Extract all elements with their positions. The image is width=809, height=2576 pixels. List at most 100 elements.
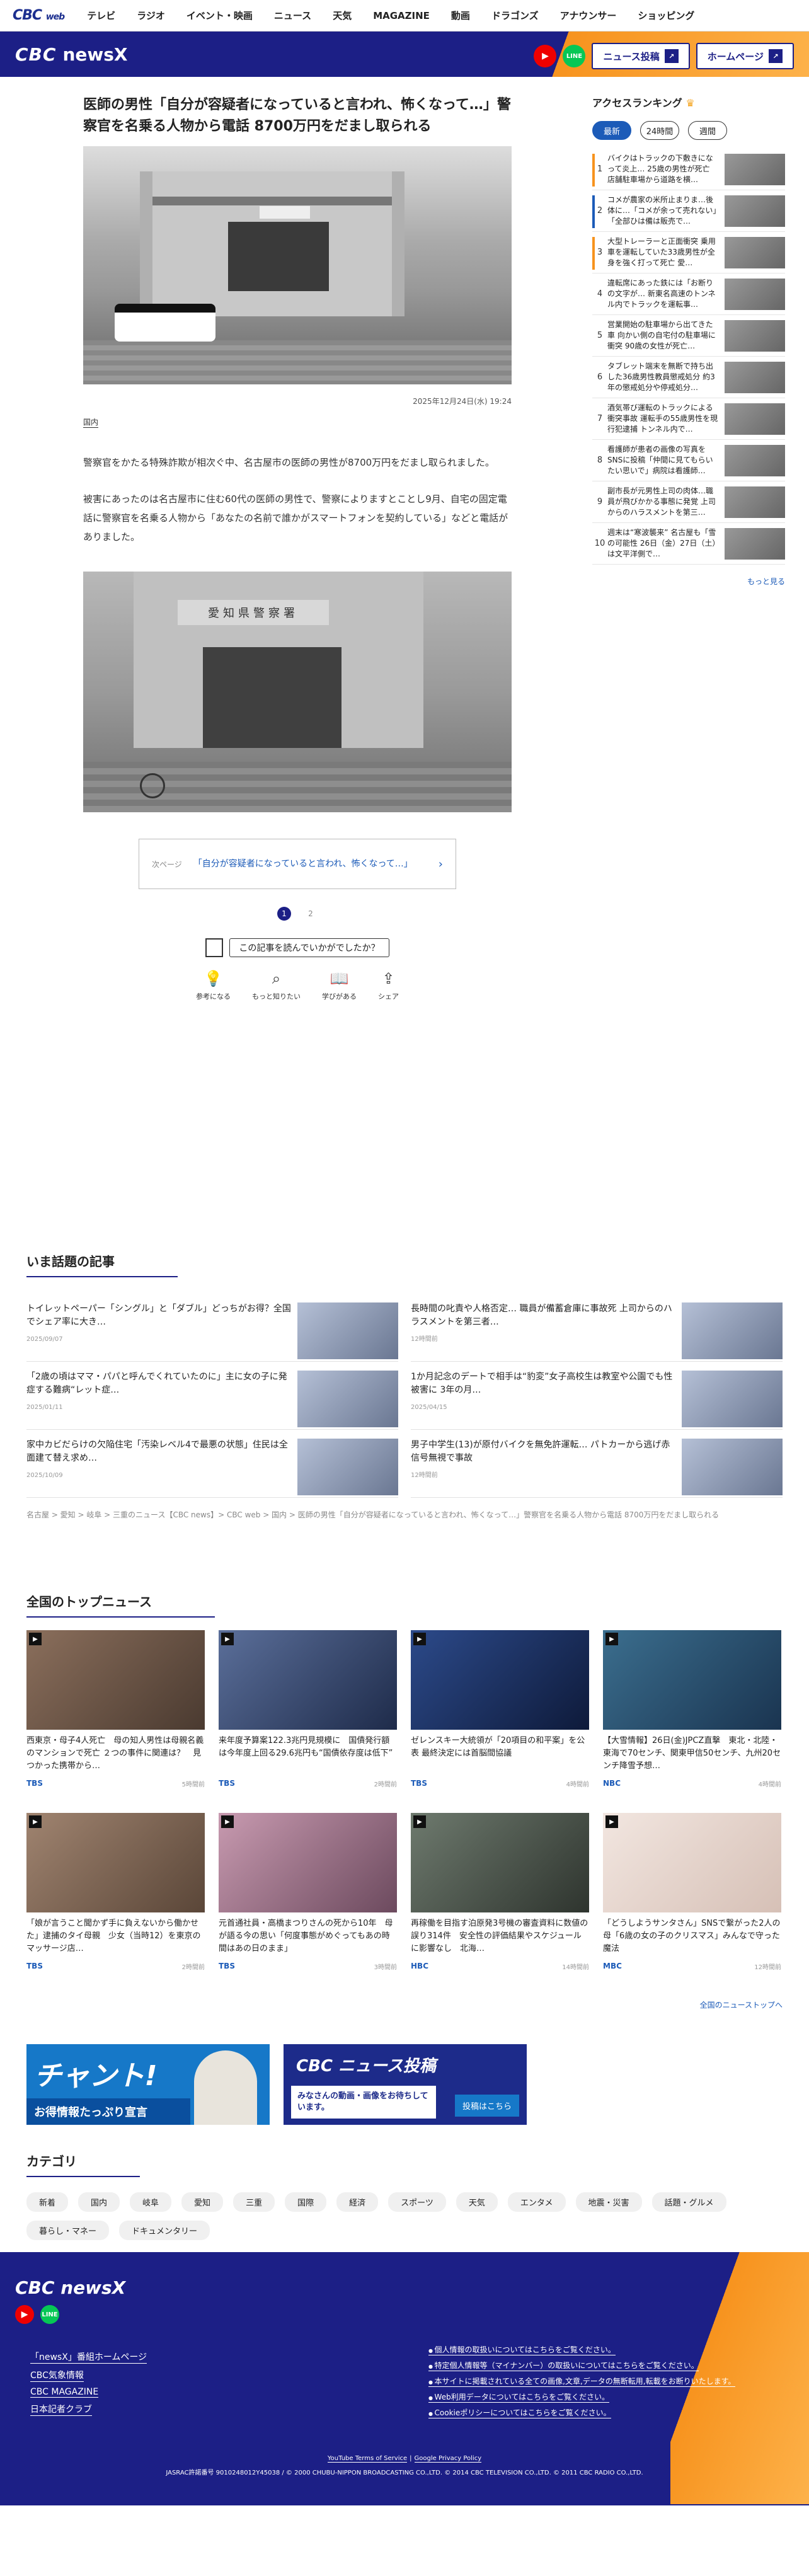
ranking-item[interactable]: 5 営業開始の駐車場から出てきた車 向かい側の自宅付の駐車場に衝突 90歳の女性が… [592,315,785,357]
ranking-item[interactable]: 1 バイクはトラックの下敷きになって炎上… 25歳の男性が死亡 店舗駐車場から道路… [592,149,785,190]
gnav-item-radio[interactable]: ラジオ [137,9,165,22]
article-category-tag[interactable]: 国内 [83,417,99,428]
rank-thumbnail [725,403,785,435]
gnav-item-tv[interactable]: テレビ [87,9,115,22]
google-privacy-link[interactable]: Google Privacy Policy [414,2455,482,2463]
news-post-banner[interactable]: CBC ニュース投稿 みなさんの動画・画像をお待ちしています。 投稿はこちら [284,2044,527,2125]
tab-weekly[interactable]: 週間 [688,121,727,140]
category-chip[interactable]: 三重 [233,2192,275,2212]
gnav-item-shopping[interactable]: ショッピング [638,9,694,22]
top-news-title: 【大雪情報】26日(金)JPCZ直撃 東北・北陸・東海で70センチ、関東甲信50… [603,1736,781,1771]
ranking-item[interactable]: 10 週末は“寒波襲来” 名古屋も「雪の可能性 26日（金）27日（土）は文平洋側… [592,523,785,565]
news-post-button[interactable]: ニュース投稿 ↗ [592,43,690,69]
top-news-item[interactable]: ▶ 「娘が言うこと聞かず手に負えないから働かせた」逮捕のタイ母親 少女（当時12）… [26,1813,205,1996]
hot-article-item[interactable]: 「2歳の頃はママ・パパと呼んでくれていたのに」主に女の子に発症する難病“レット症… [26,1362,398,1430]
ranking-item[interactable]: 8 看護師が患者の画像の写真をSNSに投稿「仲間に見てもらいたい思いで」病院は看護… [592,440,785,481]
top-news-title: 全国のトップニュース [26,1592,215,1618]
play-icon: ▶ [413,1815,426,1828]
category-chip[interactable]: エンタメ [507,2192,566,2212]
article: 医師の男性「自分が容疑者になっていると言われ、怖くなって…」警察官を名乗る人物か… [83,95,512,1001]
category-chip[interactable]: 天気 [456,2192,498,2212]
react-share[interactable]: ⇪ シェア [378,970,399,1001]
category-chip[interactable]: スポーツ [388,2192,446,2212]
youtube-icon[interactable]: ▶ [534,45,557,67]
hot-article-item[interactable]: 長時間の叱責や人格否定… 職員が備蓄倉庫に事故死 上司からのハラスメントを第三者… [411,1294,783,1362]
gnav-item-weather[interactable]: 天気 [333,9,352,22]
top-news-item[interactable]: ▶ 再稼働を目指す泊原発3号機の審査資料に数値の誤り314件 安全性の評価結果やス… [411,1813,589,1996]
post-here-button[interactable]: 投稿はこちら [454,2095,519,2117]
footer-link[interactable]: 日本記者クラブ [30,2403,92,2416]
category-chip[interactable]: 経済 [336,2192,379,2212]
hot-article-item[interactable]: 家中カビだらけの欠陥住宅「汚染レベル4で最悪の状態」住民は全面建て替え求め… 20… [26,1430,398,1498]
footer-policy-link[interactable]: Web利用データについてはこちらをご覧ください。 [428,2391,610,2403]
rank-title: バイクはトラックの下敷きになって炎上… 25歳の男性が死亡 店舗駐車場から道路を… [607,154,713,184]
react-learning[interactable]: 📖 学びがある [322,970,357,1001]
gnav-item-video[interactable]: 動画 [451,9,470,22]
hot-articles: いま話題の記事 トイレットペーパー「シングル」と「ダブル」どっちがお得？全国でシ… [26,1251,783,1520]
category-chip[interactable]: 暮らし・マネー [26,2221,110,2240]
category-chip[interactable]: 岐阜 [130,2192,172,2212]
breadcrumb: 名古屋 > 愛知 > 岐阜 > 三重のニュース【CBC news】> CBC w… [26,1510,720,1519]
footer-policy-link[interactable]: 本サイトに掲載されている全ての画像,文章,データの無断転用,転載をお断りいたしま… [428,2376,736,2387]
top-news-item[interactable]: ▶ 元首通社員・高橋まつりさんの死から10年 母が語る今の思い「何度事態がめぐって… [219,1813,397,1996]
category-chip[interactable]: 愛知 [181,2192,224,2212]
ranking-item[interactable]: 3 大型トレーラーと正面衝突 乗用車を運転していた33歳男性が全身を強く打って死亡… [592,232,785,273]
cbcweb-logo[interactable]: CBC web [13,8,65,23]
top-news-item[interactable]: ▶ 西東京・母子4人死亡 母の知人男性は母親名義のマンションで死亡 ２つの事件に関… [26,1630,205,1813]
top-news-item[interactable]: ▶ 【大雪情報】26日(金)JPCZ直撃 東北・北陸・東海で70センチ、関東甲信5… [603,1630,781,1813]
top-news-item[interactable]: ▶ 「どうしようサンタさん」SNSで繋がった2人の母「6歳の女の子のクリスマス」み… [603,1813,781,1996]
rank-thumbnail [725,236,785,268]
category-chip[interactable]: ドキュメンタリー [119,2221,210,2240]
react-know-more[interactable]: ⌕ もっと知りたい [252,970,301,1001]
newsx-logo[interactable]: CBC newsX [15,44,128,65]
page-2[interactable]: 2 [304,907,318,921]
category-chip[interactable]: 国際 [285,2192,327,2212]
ranking-item[interactable]: 4 違転席にあった鉄には「お断りの文字が… 新東名高速のトンネル内でトラックを運転… [592,273,785,315]
ranking-item[interactable]: 9 副市長が元男性上司の肉体…職員が飛びかかる事態に発覚 上司からのハラスメントを… [592,481,785,523]
hot-article-item[interactable]: 男子中学生(13)が原付バイクを無免許運転… パトカーから逃げ赤信号無視で事故 1… [411,1430,783,1498]
category-chip[interactable]: 新着 [26,2192,69,2212]
hot-article-date: 12時間前 [411,1472,438,1479]
footer-policy-link[interactable]: 個人情報の取扱いについてはこちらをご覧ください。 [428,2344,616,2355]
ranking-more-link[interactable]: もっと見る [592,576,785,587]
ranking-item[interactable]: 2 コメが農家の米所止まりま…後体に…「コメが余って売れない」「全部ひは備は販売で… [592,190,785,232]
top-news-time: 4時間前 [566,1781,589,1788]
ranking-item[interactable]: 6 タブレット端末を無断で持ち出した36歳男性教員懲戒処分 約3年の懲戒処分や停戒… [592,357,785,398]
footer-link[interactable]: 「newsX」番組ホームページ [30,2350,147,2364]
youtube-terms-link[interactable]: YouTube Terms of Service [327,2455,408,2463]
top-news-item[interactable]: ▶ ゼレンスキー大統領が「20項目の和平案」を公表 最終決定には首脳間協議 TBS 4… [411,1630,589,1813]
top-news-item[interactable]: ▶ 来年度予算案122.3兆円見規模に 国債発行額は今年度上回る29.6兆円も“国… [219,1630,397,1813]
line-icon[interactable]: LINE [40,2305,59,2324]
category-chip[interactable]: 話題・グルメ [651,2192,726,2212]
rank-thumbnail [725,278,785,310]
category-chip[interactable]: 国内 [78,2192,120,2212]
footer-link[interactable]: CBC気象情報 [30,2369,84,2382]
chant-banner[interactable]: チャント! お得情報たっぷり宣言 [26,2044,270,2125]
gnav-item-magazine[interactable]: MAGAZINE [373,10,430,21]
rank-title: 営業開始の駐車場から出てきた車 向かい側の自宅付の駐車場に衝突 90歳の女性が死… [607,320,716,350]
gnav-item-dragons[interactable]: ドラゴンズ [491,9,539,22]
ranking-item[interactable]: 7 酒気帯び運転のトラックによる衝突事故 運転手の55歳男性を現行犯逮捕 トンネル… [592,398,785,440]
rank-thumbnail [725,444,785,476]
footer-policy-link[interactable]: 特定個人情報等（マイナンバー）の取扱いについてはこちらをご覧ください。 [428,2360,699,2371]
top-news-more-link[interactable]: 全国のニューストップへ [26,1999,783,2010]
news-header: CBC newsX ▶ LINE ニュース投稿 ↗ ホームページ ↗ [0,32,809,77]
hot-article-date: 12時間前 [411,1336,438,1343]
footer-logo[interactable]: CBC newsX [15,2277,125,2298]
gnav-item-announcer[interactable]: アナウンサー [560,9,617,22]
tab-latest[interactable]: 最新 [592,121,631,140]
footer-link[interactable]: CBC MAGAZINE [30,2387,99,2398]
hot-article-item[interactable]: トイレットペーパー「シングル」と「ダブル」どっちがお得？全国でシェア率に大き… 2… [26,1294,398,1362]
category-chip[interactable]: 地震・災害 [575,2192,642,2212]
page-1[interactable]: 1 [277,907,291,921]
tab-24h[interactable]: 24時間 [640,121,679,140]
line-icon[interactable]: LINE [563,45,586,67]
youtube-icon[interactable]: ▶ [15,2305,34,2324]
hot-article-item[interactable]: 1か月記念のデートで相手は“豹変”女子高校生は教室や公園でも性被害に 3年の月…… [411,1362,783,1430]
react-helpful[interactable]: 💡 参考になる [196,970,231,1001]
footer-policy-link[interactable]: Cookieポリシーについてはこちらをご覧ください。 [428,2407,611,2418]
gnav-item-news[interactable]: ニュース [274,9,311,22]
gnav-item-event[interactable]: イベント・映画 [186,9,253,22]
homepage-button[interactable]: ホームページ ↗ [696,43,794,69]
next-page-box[interactable]: 次ページ 「自分が容疑者になっていると言われ、怖くなって…」 › [139,839,456,889]
